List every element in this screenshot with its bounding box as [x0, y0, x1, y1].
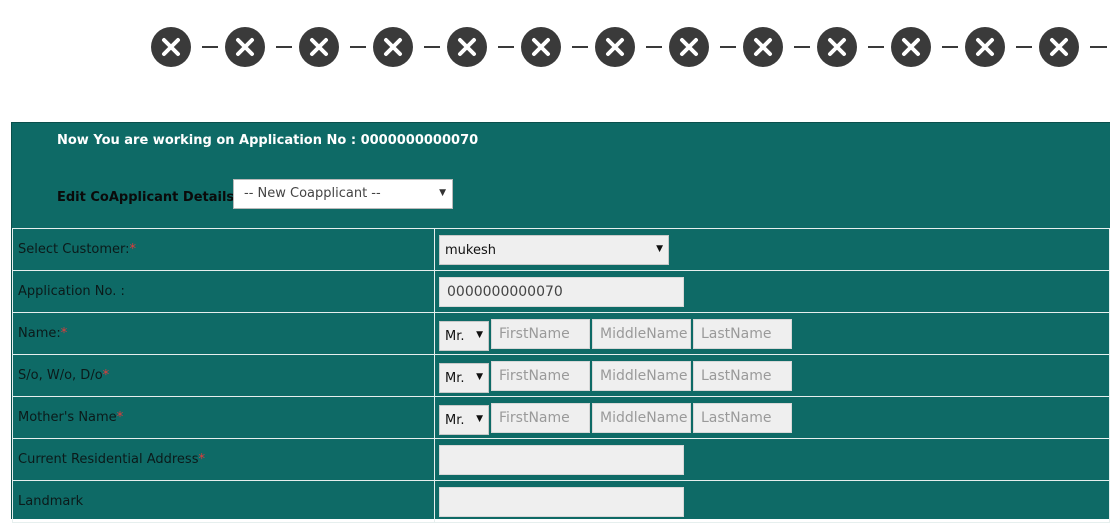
step-connector — [498, 46, 514, 48]
progress-stepper — [0, 0, 1111, 95]
step-4-close-icon[interactable] — [373, 27, 413, 67]
chevron-down-icon: ▼ — [439, 188, 446, 198]
address-cell — [434, 438, 1110, 481]
relation-first-field[interactable]: FirstName — [491, 360, 590, 391]
row-mother-name: Mother's Name* Mr. ▼ FirstName MiddleName La… — [12, 396, 1110, 439]
step-connector — [794, 46, 810, 48]
relation-last-field[interactable]: LastName — [693, 360, 792, 391]
coapplicant-selected-value: -- New Coapplicant -- — [244, 186, 381, 201]
step-connector — [646, 46, 662, 48]
step-5-close-icon[interactable] — [447, 27, 487, 67]
row-application-no: Application No. : 0000000000070 — [12, 270, 1110, 313]
mother-name-label: Mother's Name* — [12, 396, 435, 439]
application-no-cell: 0000000000070 — [434, 270, 1110, 313]
row-name: Name:* Mr. ▼ FirstName MiddleName LastName — [12, 312, 1110, 355]
step-10-close-icon[interactable] — [817, 27, 857, 67]
mother-middle-field[interactable]: MiddleName — [592, 402, 691, 433]
select-customer-value: mukesh — [445, 242, 496, 258]
step-9-close-icon[interactable] — [743, 27, 783, 67]
application-no-field[interactable]: 0000000000070 — [439, 276, 684, 307]
step-connector — [720, 46, 736, 48]
select-customer-cell: mukesh ▼ — [434, 228, 1110, 271]
select-customer-dropdown[interactable]: mukesh ▼ — [439, 234, 669, 265]
edit-coapplicant-label: Edit CoApplicant Details — [57, 190, 235, 205]
chevron-down-icon: ▼ — [656, 243, 663, 254]
row-landmark: Landmark — [12, 480, 1110, 523]
step-connector — [424, 46, 440, 48]
application-number-banner: Now You are working on Application No : … — [57, 133, 479, 148]
step-8-close-icon[interactable] — [669, 27, 709, 67]
step-connector — [350, 46, 366, 48]
relation-middle-field[interactable]: MiddleName — [592, 360, 691, 391]
step-connector — [942, 46, 958, 48]
step-connector — [276, 46, 292, 48]
relation-title-value: Mr. — [445, 371, 465, 386]
mother-first-field[interactable]: FirstName — [491, 402, 590, 433]
coapplicant-form: Select Customer:* mukesh ▼ Application N… — [12, 228, 1110, 523]
landmark-label: Landmark — [12, 480, 435, 523]
landmark-field[interactable] — [439, 486, 684, 517]
mother-title-select[interactable]: Mr. ▼ — [439, 405, 489, 435]
row-address: Current Residential Address* — [12, 438, 1110, 481]
step-3-close-icon[interactable] — [299, 27, 339, 67]
step-11-close-icon[interactable] — [891, 27, 931, 67]
step-connector — [1016, 46, 1032, 48]
chevron-down-icon: ▼ — [476, 372, 483, 382]
relation-label: S/o, W/o, D/o* — [12, 354, 435, 397]
relation-title-select[interactable]: Mr. ▼ — [439, 363, 489, 393]
name-cell: Mr. ▼ FirstName MiddleName LastName — [434, 312, 1110, 355]
row-relation: S/o, W/o, D/o* Mr. ▼ FirstName MiddleName La… — [12, 354, 1110, 397]
name-first-field[interactable]: FirstName — [491, 318, 590, 349]
address-field[interactable] — [439, 444, 684, 475]
step-1-close-icon[interactable] — [151, 27, 191, 67]
chevron-down-icon: ▼ — [476, 330, 483, 340]
step-2-close-icon[interactable] — [225, 27, 265, 67]
step-connector — [868, 46, 884, 48]
step-connector — [572, 46, 588, 48]
select-customer-label: Select Customer:* — [12, 228, 435, 271]
application-no-label: Application No. : — [12, 270, 435, 313]
step-connector — [202, 46, 218, 48]
mother-title-value: Mr. — [445, 413, 465, 428]
name-middle-field[interactable]: MiddleName — [592, 318, 691, 349]
name-title-select[interactable]: Mr. ▼ — [439, 321, 489, 351]
step-13-close-icon[interactable] — [1039, 27, 1079, 67]
name-title-value: Mr. — [445, 329, 465, 344]
coapplicant-select[interactable]: -- New Coapplicant -- ▼ — [233, 179, 453, 209]
mother-name-cell: Mr. ▼ FirstName MiddleName LastName — [434, 396, 1110, 439]
step-connector — [1090, 46, 1107, 48]
address-label: Current Residential Address* — [12, 438, 435, 481]
step-12-close-icon[interactable] — [965, 27, 1005, 67]
name-last-field[interactable]: LastName — [693, 318, 792, 349]
landmark-cell — [434, 480, 1110, 523]
step-7-close-icon[interactable] — [595, 27, 635, 67]
step-6-close-icon[interactable] — [521, 27, 561, 67]
chevron-down-icon: ▼ — [476, 414, 483, 424]
relation-cell: Mr. ▼ FirstName MiddleName LastName — [434, 354, 1110, 397]
mother-last-field[interactable]: LastName — [693, 402, 792, 433]
row-select-customer: Select Customer:* mukesh ▼ — [12, 228, 1110, 271]
name-label: Name:* — [12, 312, 435, 355]
